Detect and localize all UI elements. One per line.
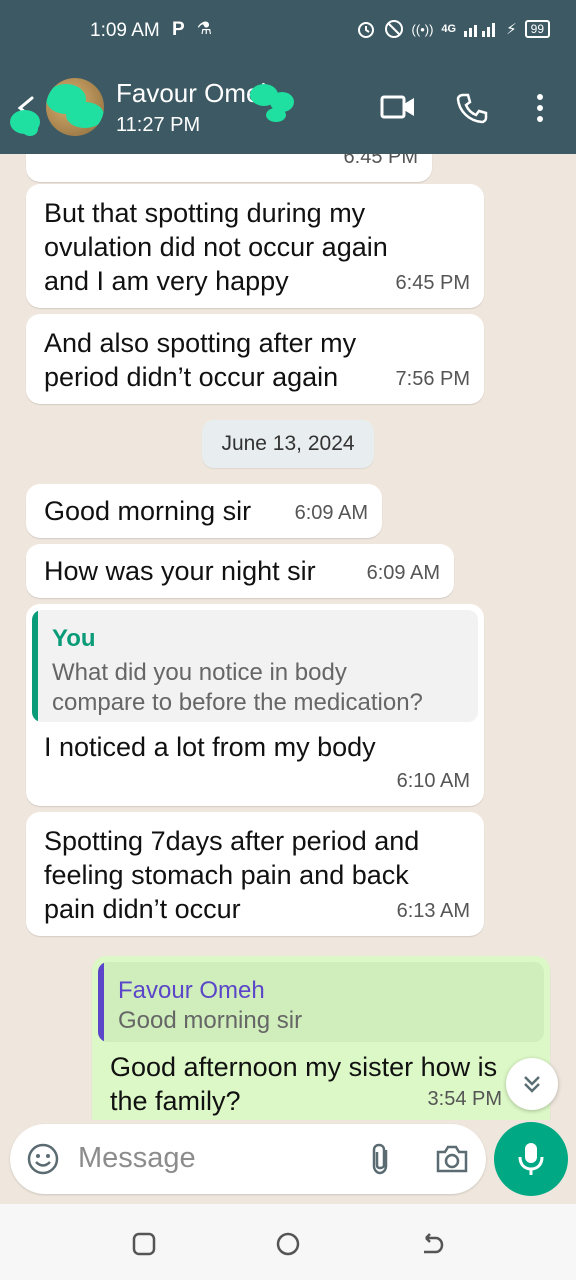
attach-icon[interactable] bbox=[366, 1142, 396, 1176]
alarm-icon bbox=[357, 22, 374, 38]
message-text: And also spotting after my period didn’t… bbox=[44, 328, 357, 392]
network-type-icon: 4G bbox=[441, 23, 457, 35]
message-bubble[interactable]: How was your night sir 6:09 AM bbox=[26, 544, 454, 598]
message-time: 6:10 AM bbox=[396, 770, 470, 792]
redaction-mark bbox=[266, 108, 286, 122]
message-text: Spotting 7days after period and feeling … bbox=[44, 826, 420, 924]
battery-icon: 99 bbox=[524, 20, 550, 38]
quoted-text: Good morning sir bbox=[118, 1007, 303, 1034]
message-bubble[interactable]: And also spotting after my period didn’t… bbox=[26, 314, 484, 404]
message-bubble-outgoing[interactable]: Favour Omeh Good morning sir Good aftern… bbox=[92, 956, 550, 1120]
date-separator: June 13, 2024 bbox=[202, 420, 374, 468]
video-call-icon[interactable] bbox=[380, 92, 416, 122]
message-input[interactable]: Message bbox=[78, 1142, 196, 1175]
chat-header: Favour Omeh 11:27 PM bbox=[0, 62, 576, 154]
mic-icon bbox=[518, 1143, 544, 1175]
status-time: 1:09 AM bbox=[90, 20, 160, 41]
flask-icon: ⚗ bbox=[196, 19, 212, 38]
message-time: 6:09 AM bbox=[294, 502, 368, 524]
message-time: 6:09 AM bbox=[366, 562, 440, 584]
message-time: 6:45 PM bbox=[395, 272, 470, 294]
camera-icon[interactable] bbox=[434, 1142, 470, 1176]
status-bar: 1:09 AM P ⚗ ((•)) 4G ⚡ 99 bbox=[0, 0, 576, 62]
quote-bar bbox=[32, 610, 38, 722]
message-time: 7:56 PM bbox=[395, 368, 470, 390]
double-chevron-down-icon[interactable] bbox=[506, 1058, 558, 1110]
emoji-icon[interactable] bbox=[26, 1142, 60, 1176]
phone-call-icon[interactable] bbox=[456, 92, 488, 124]
status-right-icons: ((•)) 4G ⚡ 99 bbox=[356, 19, 550, 39]
mic-button[interactable] bbox=[494, 1122, 568, 1196]
quoted-author: You bbox=[52, 625, 96, 652]
chat-area[interactable]: 6:45 PM But that spotting during my ovul… bbox=[0, 154, 576, 1120]
message-text: Good morning sir bbox=[44, 496, 252, 526]
message-text: But that spotting during my ovulation di… bbox=[44, 198, 388, 296]
more-vert-icon[interactable] bbox=[532, 92, 548, 124]
message-text: I noticed a lot from my body bbox=[44, 732, 376, 762]
quoted-author: Favour Omeh bbox=[118, 977, 265, 1004]
avatar[interactable] bbox=[46, 78, 104, 136]
redaction-mark bbox=[22, 122, 38, 136]
message-bubble[interactable]: But that spotting during my ovulation di… bbox=[26, 184, 484, 308]
quoted-message[interactable]: Favour Omeh Good morning sir bbox=[98, 962, 544, 1042]
hotspot-icon: ((•)) bbox=[411, 21, 434, 37]
message-time: 3:54 PM bbox=[427, 1088, 502, 1110]
quoted-text: What did you notice in body compare to b… bbox=[52, 659, 423, 716]
parking-icon: P bbox=[172, 19, 185, 40]
message-time: 6:13 AM bbox=[396, 900, 470, 922]
status-left-icons: P ⚗ bbox=[172, 19, 212, 41]
home-icon[interactable] bbox=[274, 1230, 302, 1258]
message-time: 6:45 PM bbox=[343, 154, 418, 168]
message-input-bar[interactable]: Message bbox=[10, 1124, 486, 1194]
message-bubble[interactable]: 6:45 PM bbox=[26, 154, 432, 182]
signal-icon bbox=[464, 23, 496, 37]
message-bubble[interactable]: Good morning sir 6:09 AM bbox=[26, 484, 382, 538]
message-text: How was your night sir bbox=[44, 556, 316, 586]
system-nav-bar bbox=[0, 1204, 576, 1280]
charging-icon: ⚡ bbox=[506, 21, 517, 38]
back-icon[interactable] bbox=[418, 1230, 446, 1258]
quoted-message[interactable]: You What did you notice in body compare … bbox=[32, 610, 478, 722]
dnd-icon bbox=[384, 20, 403, 38]
recent-apps-icon[interactable] bbox=[130, 1230, 158, 1258]
message-bubble[interactable]: You What did you notice in body compare … bbox=[26, 604, 484, 806]
contact-last-seen: 11:27 PM bbox=[116, 114, 201, 136]
message-bubble[interactable]: Spotting 7days after period and feeling … bbox=[26, 812, 484, 936]
quote-bar bbox=[98, 962, 104, 1042]
